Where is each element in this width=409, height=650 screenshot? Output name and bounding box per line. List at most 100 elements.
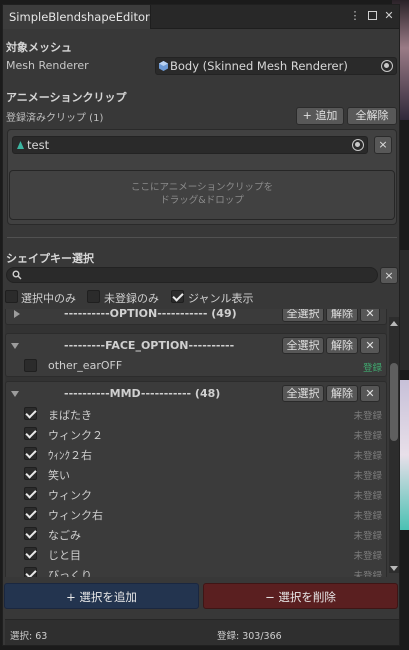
shapekey-name: じと目 [48, 549, 81, 562]
scrollbar-thumb[interactable] [390, 363, 398, 441]
group-select-all-button[interactable]: 全選択 [282, 337, 324, 354]
expand-arrow-icon[interactable] [14, 310, 20, 318]
group-title: ----------OPTION----------- (49) [64, 309, 237, 320]
shapekey-group-option: ----------OPTION----------- (49) 全選択 解除 … [5, 309, 387, 325]
dropzone-text-line2: ドラッグ&ドロップ [160, 195, 244, 206]
shapekey-name: まばたき [48, 409, 92, 422]
mesh-renderer-value: Body (Skinned Mesh Renderer) [170, 59, 348, 73]
shapekey-checkbox[interactable] [24, 359, 37, 372]
tab-simple-blendshape-editor[interactable]: SimpleBlendshapeEditor [3, 5, 151, 29]
filter-selected-only-label: 選択中のみ [21, 292, 76, 305]
shapekey-row[interactable]: ウィンク２ 未登録 [6, 424, 386, 444]
group-select-all-button[interactable]: 全選択 [282, 309, 324, 322]
shapekey-name: ウィンク [48, 489, 92, 502]
shapekey-row[interactable]: ウィンク右 未登録 [6, 504, 386, 524]
filter-selected-only-checkbox[interactable] [5, 290, 18, 303]
remove-clip-button[interactable]: × [374, 136, 392, 154]
shapekey-checkbox[interactable] [24, 527, 37, 540]
section-title-target-mesh: 対象メッシュ [6, 41, 72, 54]
section-title-shapekey-selection: シェイプキー選択 [6, 252, 94, 265]
object-picker-icon[interactable] [381, 60, 393, 72]
shapekey-name: ウィンク２ [48, 429, 103, 442]
group-deselect-button[interactable]: 解除 [326, 309, 358, 322]
divider [7, 237, 397, 238]
registration-status: 登録 [362, 363, 382, 374]
shapekey-checkbox[interactable] [24, 547, 37, 560]
scroll-down-icon[interactable] [390, 566, 398, 571]
animation-clip-icon [17, 141, 24, 149]
filter-unregistered-only-label: 未登録のみ [104, 292, 159, 305]
add-selection-button[interactable]: + 選択を追加 [4, 583, 199, 609]
section-title-animation-clips: アニメーションクリップ [6, 91, 127, 104]
shapekey-name: ウィンク右 [48, 509, 103, 522]
add-clip-button[interactable]: + 追加 [296, 107, 344, 125]
shapekey-checkbox[interactable] [24, 407, 37, 420]
filter-unregistered-only-checkbox[interactable] [87, 290, 100, 303]
dropzone-text-line1: ここにアニメーションクリップを [130, 182, 274, 193]
more-options-icon[interactable]: ⋮ [349, 9, 361, 23]
shapekey-search-input[interactable] [6, 267, 378, 283]
group-title: ----------MMD----------- (48) [64, 387, 221, 400]
filter-genre-display-label: ジャンル表示 [188, 292, 254, 305]
registered-clips-label: 登録済みクリップ (1) [6, 113, 104, 124]
registered-count: 登録: 303/366 [217, 631, 282, 642]
shapekey-checkbox[interactable] [24, 447, 37, 460]
mesh-renderer-label: Mesh Renderer [6, 59, 89, 72]
clear-search-button[interactable]: × [380, 267, 398, 284]
object-picker-icon[interactable] [352, 139, 364, 151]
group-title: ---------FACE_OPTION---------- [64, 339, 235, 352]
registration-status: 未登録 [353, 551, 382, 562]
shapekey-row[interactable]: ｳｨﾝｸ２右 未登録 [6, 444, 386, 464]
list-scrollbar[interactable] [389, 317, 399, 573]
clip-drop-zone[interactable]: ここにアニメーションクリップを ドラッグ&ドロップ [9, 170, 395, 220]
shapekey-name: なごみ [48, 529, 81, 542]
mesh-renderer-field[interactable]: Body (Skinned Mesh Renderer) [155, 57, 397, 75]
shapekey-row[interactable]: まばたき 未登録 [6, 404, 386, 424]
shapekey-row[interactable]: なごみ 未登録 [6, 524, 386, 544]
registration-status: 未登録 [353, 491, 382, 502]
collapse-arrow-icon[interactable] [11, 343, 19, 349]
shapekey-row[interactable]: じと目 未登録 [6, 544, 386, 564]
collapse-arrow-icon[interactable] [11, 391, 19, 397]
shapekey-row[interactable]: 笑い 未登録 [6, 464, 386, 484]
shapekey-checkbox[interactable] [24, 567, 37, 577]
shapekey-list: ----------OPTION----------- (49) 全選択 解除 … [5, 309, 387, 577]
search-icon [12, 270, 22, 280]
shapekey-row[interactable]: ウィンク 未登録 [6, 484, 386, 504]
shapekey-row[interactable]: びっくり 未登録 [6, 564, 386, 577]
registration-status: 未登録 [353, 531, 382, 542]
shapekey-checkbox[interactable] [24, 487, 37, 500]
group-deselect-button[interactable]: 解除 [326, 337, 358, 354]
group-close-button[interactable]: ✕ [360, 309, 380, 322]
shapekey-checkbox[interactable] [24, 467, 37, 480]
clip-field[interactable]: test [12, 136, 368, 154]
group-close-button[interactable]: ✕ [360, 385, 380, 402]
shapekey-checkbox[interactable] [24, 507, 37, 520]
tab-bar: SimpleBlendshapeEditor ⋮ ✕ [3, 5, 399, 29]
registration-status: 未登録 [353, 431, 382, 442]
shapekey-group-mmd: ----------MMD----------- (48) 全選択 解除 ✕ ま… [5, 381, 387, 577]
clear-clips-button[interactable]: 全解除 [347, 107, 397, 125]
maximize-icon[interactable] [366, 9, 378, 23]
shapekey-name: びっくり [48, 569, 92, 577]
close-icon[interactable]: ✕ [383, 9, 395, 23]
registration-status: 未登録 [353, 451, 382, 462]
scroll-up-icon[interactable] [390, 321, 398, 326]
shapekey-group-face-option: ---------FACE_OPTION---------- 全選択 解除 ✕ … [5, 333, 387, 377]
registration-status: 未登録 [353, 511, 382, 522]
status-bar: 選択: 63 登録: 303/366 [5, 619, 399, 645]
group-deselect-button[interactable]: 解除 [326, 385, 358, 402]
group-select-all-button[interactable]: 全選択 [282, 385, 324, 402]
shapekey-checkbox[interactable] [24, 427, 37, 440]
filter-genre-display-checkbox[interactable] [171, 290, 184, 303]
skinned-mesh-icon [159, 61, 168, 71]
remove-selection-button[interactable]: − 選択を削除 [203, 583, 398, 609]
group-close-button[interactable]: ✕ [360, 337, 380, 354]
registration-status: 未登録 [353, 411, 382, 422]
shapekey-row[interactable]: other_earOFF 登録 [6, 356, 386, 376]
registration-status: 未登録 [353, 571, 382, 577]
selected-count: 選択: 63 [10, 631, 48, 642]
shapekey-name: other_earOFF [48, 359, 123, 372]
shapekey-name: 笑い [48, 469, 70, 482]
registration-status: 未登録 [353, 471, 382, 482]
